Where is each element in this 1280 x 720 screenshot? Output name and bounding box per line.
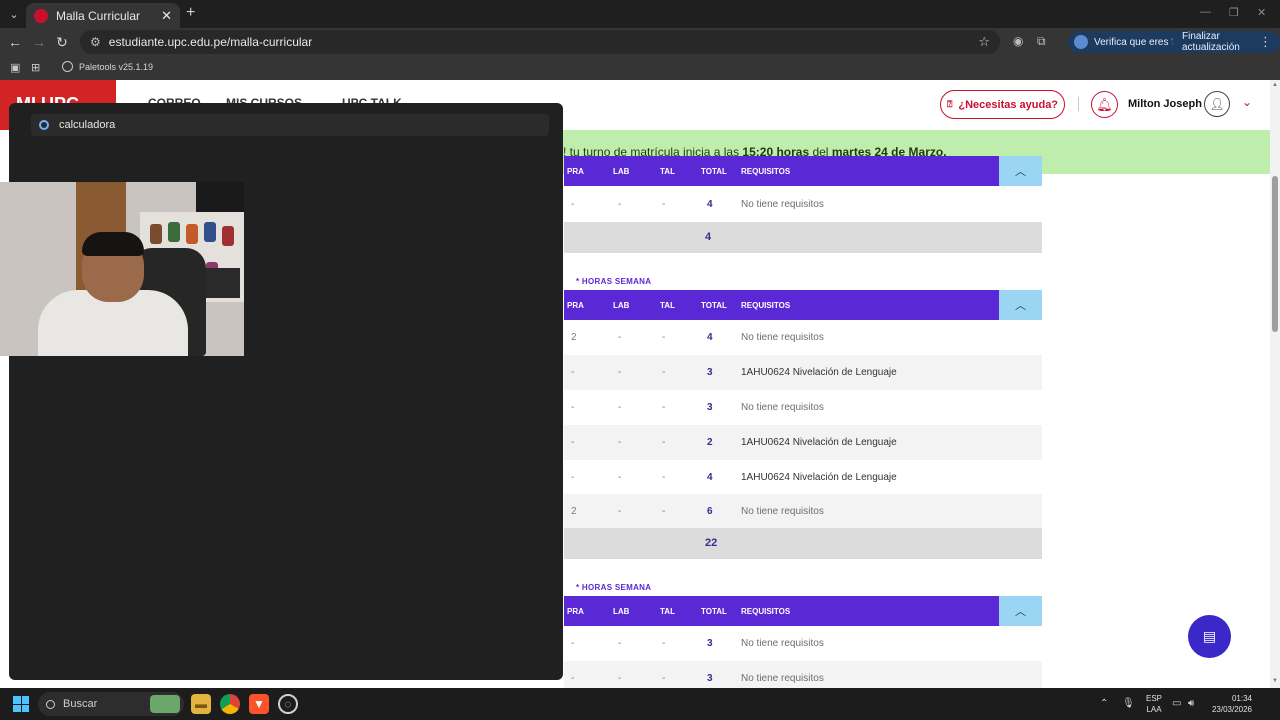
table-row: - - - 3 1AHU0624 Nivelación de Lenguaje [564, 355, 1042, 390]
header-divider [1078, 97, 1079, 111]
table-row: - - - 4 1AHU0624 Nivelación de Lenguaje [571, 472, 897, 483]
collapse-chevron-icon[interactable]: ︿ [999, 290, 1042, 320]
volume-icon[interactable]: 🔊︎ [1188, 698, 1194, 709]
browser-tab-active[interactable]: Malla Curricular ✕ [26, 3, 180, 28]
help-icon: ⍰ [946, 99, 953, 109]
upc-favicon-icon [34, 8, 48, 23]
network-icon[interactable]: ▭ [1172, 698, 1181, 709]
file-explorer-icon[interactable]: ▬ [191, 694, 211, 714]
collapse-chevron-icon[interactable]: ︿ [999, 156, 1042, 186]
browser-menu-icon[interactable]: ⋮ [1259, 34, 1272, 50]
table-header: PRA LAB TAL TOTAL REQUISITOS [564, 290, 999, 320]
scroll-up-icon[interactable]: ▲ [1271, 82, 1279, 88]
table-row: - - - 3 No tiene requisitos [571, 638, 824, 649]
address-url: estudiante.upc.edu.pe/malla-curricular [108, 35, 313, 49]
browser-toolbar: ← → ↻ ⚙ estudiante.upc.edu.pe/malla-curr… [0, 28, 1280, 56]
launcher-query: calculadora [59, 119, 116, 131]
app-icon[interactable]: ◌ [278, 694, 298, 714]
keyboard-language[interactable]: ESP LAA [1146, 693, 1162, 715]
table-header: PRA LAB TAL TOTAL REQUISITOS [564, 596, 999, 626]
back-icon[interactable]: ← [6, 33, 24, 51]
scrollbar-thumb[interactable] [1272, 176, 1278, 332]
taskbar-search[interactable]: Buscar [38, 692, 184, 716]
user-avatar-icon[interactable]: 👤︎ [1204, 91, 1230, 117]
help-label: ¿Necesitas ayuda? [958, 98, 1059, 111]
bookmark-label: Paletools v25.1.19 [79, 61, 154, 72]
browser-tabstrip: ⌄ Malla Curricular ✕ + — ❐ ✕ [0, 0, 1280, 28]
search-icon [39, 120, 49, 130]
page-scrollbar[interactable]: ▲ ▼ [1270, 80, 1280, 688]
hours-week-label: * HORAS SEMANA [576, 277, 652, 286]
minimize-icon[interactable]: — [1200, 6, 1211, 18]
table-row: - - - 3 No tiene requisitos [571, 402, 824, 413]
table-header: PRA LAB TAL TOTAL REQUISITOS [564, 156, 999, 186]
table-row: 2 - - 6 No tiene requisitos [564, 494, 1042, 529]
chrome-icon[interactable] [220, 694, 240, 714]
search-icon [46, 699, 55, 709]
restore-icon[interactable]: ❐ [1229, 6, 1239, 19]
new-tab-button[interactable]: + [186, 4, 195, 22]
site-info-icon[interactable]: ⚙ [90, 35, 101, 49]
scroll-down-icon[interactable]: ▼ [1271, 678, 1279, 684]
bookmark-star-icon[interactable]: ☆ [978, 34, 990, 50]
table-total-row: 4 [564, 222, 1042, 253]
collapse-chevron-icon[interactable]: ︿ [999, 596, 1042, 626]
window-close-icon[interactable]: ✕ [1257, 6, 1266, 19]
forward-icon[interactable]: → [30, 33, 48, 51]
launcher-search-input[interactable]: calculadora [31, 114, 549, 136]
verify-label: Verifica que eres tú [1094, 36, 1180, 48]
taskbar-clock[interactable]: 01:34 23/03/2026 [1208, 693, 1252, 715]
windows-taskbar: Buscar ▬ ▼ ◌ ⌃ 🎙︎ ESP LAA ▭ 🔊︎ 01:34 23/… [0, 688, 1280, 720]
tab-search-chevron-icon[interactable]: ⌄ [4, 4, 24, 24]
table-total-row: 22 [564, 528, 1042, 559]
extensions-puzzle-icon[interactable]: ⧉ [1037, 34, 1046, 49]
hours-week-label: * HORAS SEMANA [576, 583, 652, 592]
table-row: - - - 2 1AHU0624 Nivelación de Lenguaje [564, 425, 1042, 460]
notifications-bell-icon[interactable]: 🔔︎ [1091, 91, 1118, 118]
tab-close-icon[interactable]: ✕ [161, 8, 172, 24]
address-bar[interactable]: ⚙ estudiante.upc.edu.pe/malla-curricular… [80, 30, 1000, 54]
user-name[interactable]: Milton Joseph [1128, 98, 1202, 110]
bookmarks-bar: ▣ ⊞ Paletools v25.1.19 [0, 56, 1280, 80]
taskbar-search-label: Buscar [63, 698, 98, 710]
webcam-overlay [0, 182, 244, 356]
globe-icon [62, 61, 73, 72]
extension-icon[interactable]: ◉ [1013, 34, 1023, 48]
reload-icon[interactable]: ↻ [53, 33, 71, 51]
update-label: Finalizar actualización [1182, 31, 1240, 53]
microphone-icon[interactable]: 🎙︎ [1122, 698, 1135, 709]
start-windows-icon[interactable] [13, 696, 29, 712]
chat-icon: ▤ [1202, 628, 1217, 644]
sidebar-toggle-icon[interactable]: ▣ [10, 61, 20, 74]
tab-title: Malla Curricular [56, 8, 141, 23]
table-row: - - - 3 No tiene requisitos [564, 661, 1042, 688]
table-row: - - - 4 No tiene requisitos [571, 199, 824, 210]
tray-chevron-icon[interactable]: ⌃ [1100, 698, 1108, 709]
brave-icon[interactable]: ▼ [249, 694, 269, 714]
apps-grid-icon[interactable]: ⊞ [31, 61, 40, 74]
chat-button[interactable]: ▤ [1188, 615, 1231, 658]
bookmark-paletools[interactable]: Paletools v25.1.19 [62, 61, 153, 72]
help-button[interactable]: ⍰ ¿Necesitas ayuda? [940, 90, 1065, 119]
verify-identity-button[interactable]: Verifica que eres tú [1068, 31, 1188, 53]
search-highlight-image [150, 695, 180, 713]
user-menu-chevron-icon[interactable]: ⌄ [1242, 95, 1252, 109]
table-row: 2 - - 4 No tiene requisitos [571, 332, 824, 343]
profile-avatar-icon [1074, 35, 1088, 49]
